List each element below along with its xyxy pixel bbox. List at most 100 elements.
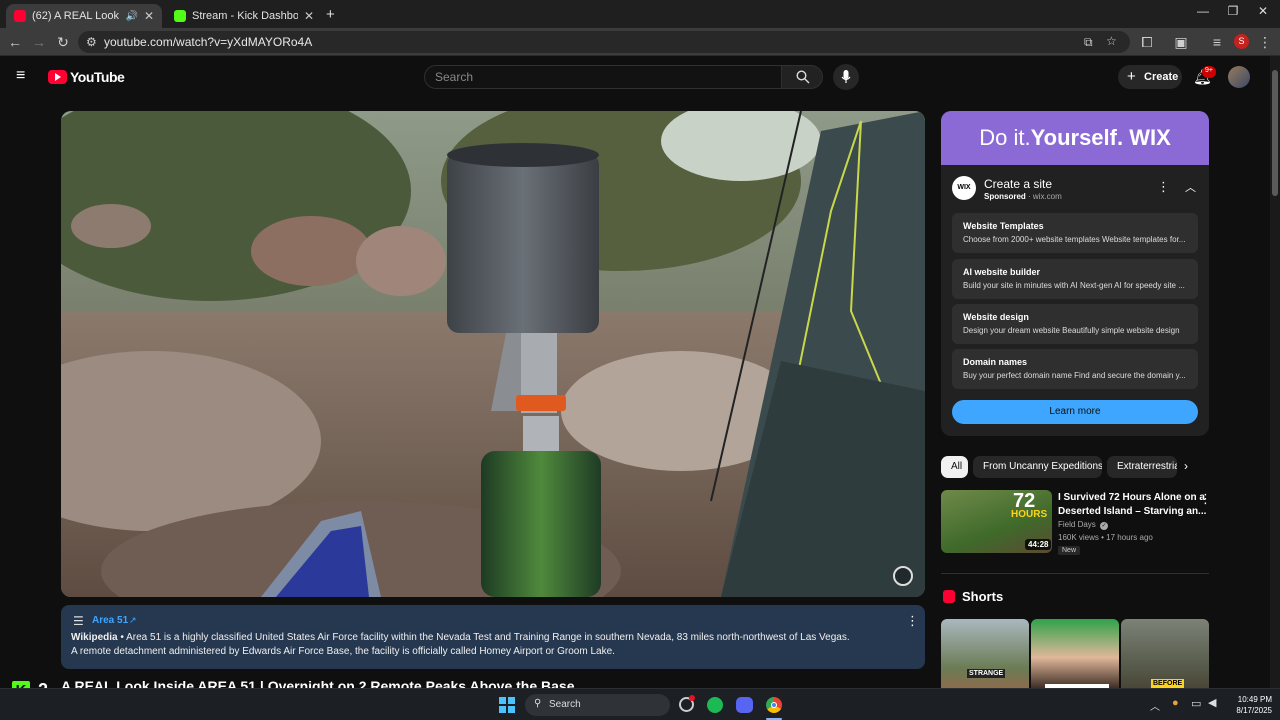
short-thumbnail[interactable]: BEFORE	[1121, 619, 1209, 689]
chips-next-chevron-icon[interactable]: ›	[1184, 459, 1188, 473]
thumbnail-text-hours: HOURS	[1011, 509, 1048, 520]
tab-youtube[interactable]: (62) A REAL Look Inside AREA 🔊 ✕	[6, 4, 162, 28]
address-bar[interactable]: ⚙ youtube.com/watch?v=yXdMAYORo4A ⧉ ☆	[78, 31, 1130, 53]
site-info-icon[interactable]: ⚙	[86, 35, 97, 49]
media-control-icon[interactable]: ≡	[1208, 34, 1226, 50]
plus-icon: +	[1127, 68, 1136, 85]
recommended-more-icon[interactable]: ⋮	[1199, 491, 1212, 507]
ad-sitelink-title: Website Templates	[963, 221, 1044, 231]
youtube-play-logo-icon	[48, 70, 67, 84]
browser-tab-bar: (62) A REAL Look Inside AREA 🔊 ✕ Stream …	[0, 0, 1280, 28]
wix-logo: WIX	[952, 176, 976, 200]
speaker-icon[interactable]: 🔊	[125, 11, 137, 22]
ad-banner-text-light: Do it.	[979, 125, 1031, 150]
info-topic-link[interactable]: Area 51	[92, 615, 128, 626]
clock-date: 8/17/2025	[1236, 706, 1272, 715]
extensions-icon[interactable]: ⧠	[1138, 34, 1156, 51]
windows-taskbar: ⚲ Search ︿ ● ▭ ◀ 10:49 PM 8/17/2025	[0, 688, 1280, 720]
youtube-header: ≡ YouTube Search + Create 🔔︎ 9+	[0, 56, 1270, 98]
info-more-icon[interactable]: ⋮	[906, 613, 919, 629]
ad-sitelink-title: Domain names	[963, 357, 1028, 367]
microphone-in-use-icon[interactable]: ●	[1172, 697, 1179, 709]
ad-sitelink[interactable]: Website design Design your dream website…	[952, 304, 1198, 344]
new-tab-icon[interactable]: +	[326, 6, 335, 23]
tray-overflow-chevron-icon[interactable]: ︿	[1150, 698, 1160, 713]
ad-title[interactable]: Create a site	[984, 177, 1052, 191]
chrome-app-icon[interactable]	[766, 697, 782, 713]
verified-check-icon: ✓	[1100, 522, 1109, 530]
chrome-menu-icon[interactable]: ⋮	[1256, 34, 1274, 51]
shorts-logo-icon	[943, 590, 955, 603]
tab-title: Stream - Kick Dashboard	[192, 10, 298, 22]
info-description: • Area 51 is a highly classified United …	[117, 632, 850, 643]
info-text-line1: Wikipedia • Area 51 is a highly classifi…	[71, 632, 850, 643]
recommended-video-thumbnail[interactable]: 72 HOURS 44:28	[941, 490, 1052, 553]
voice-search-button[interactable]	[833, 64, 859, 90]
search-input[interactable]: Search	[424, 65, 782, 89]
short-thumbnail[interactable]: STRANGE	[941, 619, 1029, 689]
app-badge-dot	[689, 695, 695, 701]
create-button[interactable]: + Create	[1118, 65, 1182, 89]
spotify-app-icon[interactable]	[707, 697, 723, 713]
scrollbar-thumb[interactable]	[1272, 70, 1278, 196]
network-icon[interactable]: ▭	[1191, 697, 1201, 710]
discord-app-icon[interactable]	[736, 697, 753, 713]
bookmark-star-icon[interactable]: ☆	[1106, 34, 1117, 48]
hamburger-menu-icon[interactable]: ≡	[16, 68, 32, 84]
minimize-icon[interactable]: —	[1188, 4, 1218, 18]
tab-title: (62) A REAL Look Inside AREA	[32, 10, 121, 22]
forward-icon[interactable]: →	[30, 34, 48, 50]
taskbar-search-icon: ⚲	[534, 698, 542, 709]
system-clock[interactable]: 10:49 PM 8/17/2025	[1228, 694, 1272, 716]
tab-kick-dashboard[interactable]: Stream - Kick Dashboard ✕	[166, 4, 322, 28]
taskbar-search[interactable]: ⚲ Search	[525, 694, 670, 716]
kick-favicon-icon	[174, 10, 186, 22]
ad-more-icon[interactable]: ⋮	[1157, 179, 1170, 195]
page-scrollbar[interactable]	[1270, 56, 1280, 688]
recommended-video-title[interactable]: I Survived 72 Hours Alone on a Deserted …	[1058, 491, 1206, 519]
reload-icon[interactable]: ↻	[54, 34, 72, 51]
close-tab-icon[interactable]: ✕	[144, 9, 154, 23]
info-list-icon: ☰	[73, 614, 84, 628]
recommended-channel[interactable]: Field Days ✓	[1058, 520, 1109, 530]
ad-sitelink-desc: Choose from 2000+ website templates Webs…	[963, 235, 1186, 244]
close-tab-icon[interactable]: ✕	[304, 9, 314, 23]
taskbar-search-label: Search	[549, 699, 581, 710]
tab-search-icon[interactable]: ▣	[1172, 34, 1190, 51]
chip-all[interactable]: All	[941, 456, 968, 478]
ad-sitelink[interactable]: Website Templates Choose from 2000+ webs…	[952, 213, 1198, 253]
ad-banner[interactable]: Do it.Yourself. WIX	[941, 111, 1209, 165]
notification-count-badge: 9+	[1202, 66, 1216, 78]
install-app-icon[interactable]: ⧉	[1084, 35, 1093, 50]
back-icon[interactable]: ←	[6, 34, 24, 50]
ad-sitelink[interactable]: Domain names Buy your perfect domain nam…	[952, 349, 1198, 389]
channel-name: Field Days	[1058, 520, 1096, 529]
account-avatar[interactable]	[1228, 66, 1250, 88]
youtube-logo[interactable]: YouTube	[48, 69, 125, 85]
ad-sitelink[interactable]: AI website builder Build your site in mi…	[952, 259, 1198, 299]
learn-more-button[interactable]: Learn more	[952, 400, 1198, 424]
shorts-heading: Shorts	[962, 589, 1004, 604]
close-window-icon[interactable]: ✕	[1248, 4, 1278, 18]
search-button[interactable]	[781, 65, 823, 89]
windows-start-icon[interactable]	[499, 697, 515, 713]
video-player[interactable]	[61, 111, 925, 597]
sponsored-label: Sponsored	[984, 192, 1026, 201]
title-line: Deserted Island – Starving an...	[1058, 506, 1207, 517]
ad-domain: · wix.com	[1025, 192, 1062, 201]
chip-extraterrestrial[interactable]: Extraterrestrial	[1107, 456, 1177, 478]
ad-sitelink-desc: Buy your perfect domain name Find and se…	[963, 371, 1186, 380]
youtube-favicon-icon	[14, 10, 26, 22]
short-thumbnail[interactable]	[1031, 619, 1119, 689]
channel-watermark-icon[interactable]	[893, 566, 913, 586]
search-icon	[796, 70, 810, 84]
ad-sponsor-line: Sponsored · wix.com	[984, 192, 1062, 201]
new-badge: New	[1058, 546, 1081, 555]
sponsored-ad-card[interactable]: Do it.Yourself. WIX WIX Create a site Sp…	[941, 111, 1209, 436]
collapse-chevron-up-icon[interactable]: ︿	[1185, 179, 1196, 195]
profile-avatar[interactable]: S	[1234, 34, 1249, 49]
restore-icon[interactable]: ❐	[1218, 4, 1248, 18]
create-label: Create	[1144, 71, 1179, 83]
volume-icon[interactable]: ◀	[1208, 696, 1216, 709]
chip-from-uncanny-expeditions[interactable]: From Uncanny Expeditions	[973, 456, 1102, 478]
